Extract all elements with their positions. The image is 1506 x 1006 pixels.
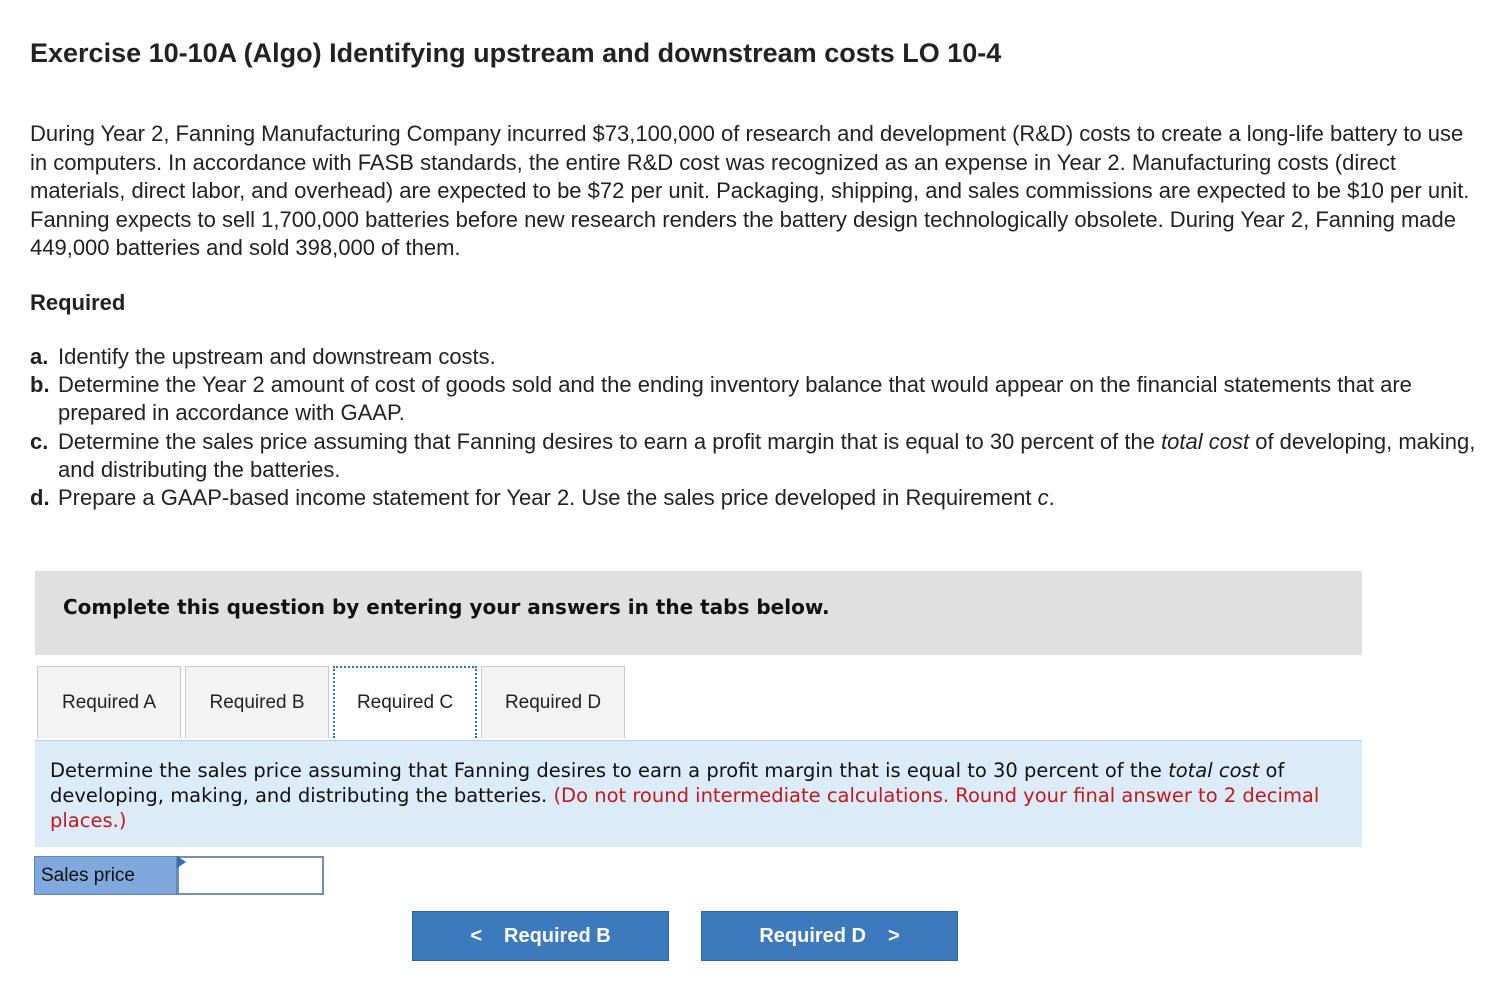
requirement-emphasis: c — [1037, 485, 1049, 511]
instruction-emphasis: total cost — [1168, 759, 1260, 782]
required-heading: Required — [30, 290, 126, 315]
requirement-letter: a. — [30, 344, 49, 369]
requirement-letter: d. — [30, 485, 50, 511]
tab-required-a[interactable]: Required A — [37, 666, 181, 738]
chevron-right-icon: > — [888, 924, 900, 947]
prev-required-b-button[interactable]: < Required B — [412, 911, 669, 961]
requirement-d: d. Prepare a GAAP-based income statement … — [30, 484, 1500, 512]
input-marker-icon — [177, 856, 186, 868]
requirement-c: c. Determine the sales price assuming tha… — [30, 428, 1500, 484]
requirement-text: Prepare a GAAP-based income statement fo… — [58, 485, 1038, 511]
instruction-pre: Determine the sales price assuming that … — [50, 759, 1169, 782]
requirement-text: . — [1048, 485, 1055, 511]
sales-price-field — [177, 856, 324, 895]
next-button-label: Required D — [759, 924, 866, 947]
tab-bar: Required A Required B Required C Require… — [37, 666, 629, 740]
requirements-list: a. Identify the upstream and downstream c… — [30, 343, 1500, 512]
instructions-banner: Complete this question by entering your … — [35, 571, 1362, 655]
tab-instructions: Determine the sales price assuming that … — [35, 740, 1362, 847]
tab-required-b[interactable]: Required B — [185, 666, 329, 738]
prev-button-label: Required B — [504, 924, 611, 947]
banner-text: Complete this question by entering your … — [63, 595, 830, 619]
answer-row: Sales price — [34, 856, 324, 895]
sales-price-input[interactable] — [177, 856, 324, 895]
requirement-letter: c. — [30, 428, 49, 454]
sales-price-label: Sales price — [34, 856, 177, 895]
next-required-d-button[interactable]: Required D > — [701, 911, 958, 961]
problem-intro: During Year 2, Fanning Manufacturing Com… — [30, 121, 1470, 260]
page-title: Exercise 10-10A (Algo) Identifying upstr… — [30, 38, 1002, 68]
requirement-text: Determine the Year 2 amount of cost of g… — [58, 372, 1412, 426]
requirement-letter: b. — [30, 372, 50, 398]
requirement-b: b. Determine the Year 2 amount of cost of… — [30, 371, 1500, 427]
tab-required-c[interactable]: Required C — [333, 666, 477, 738]
requirement-text: Determine the sales price assuming that … — [58, 428, 1162, 454]
requirement-text: Identify the upstream and downstream cos… — [58, 344, 496, 369]
tab-required-d[interactable]: Required D — [481, 666, 625, 738]
requirement-emphasis: total cost — [1161, 428, 1250, 454]
requirement-a: a. Identify the upstream and downstream c… — [30, 343, 1500, 371]
chevron-left-icon: < — [470, 924, 482, 947]
instruction-text: Determine the sales price assuming that … — [50, 758, 1350, 833]
